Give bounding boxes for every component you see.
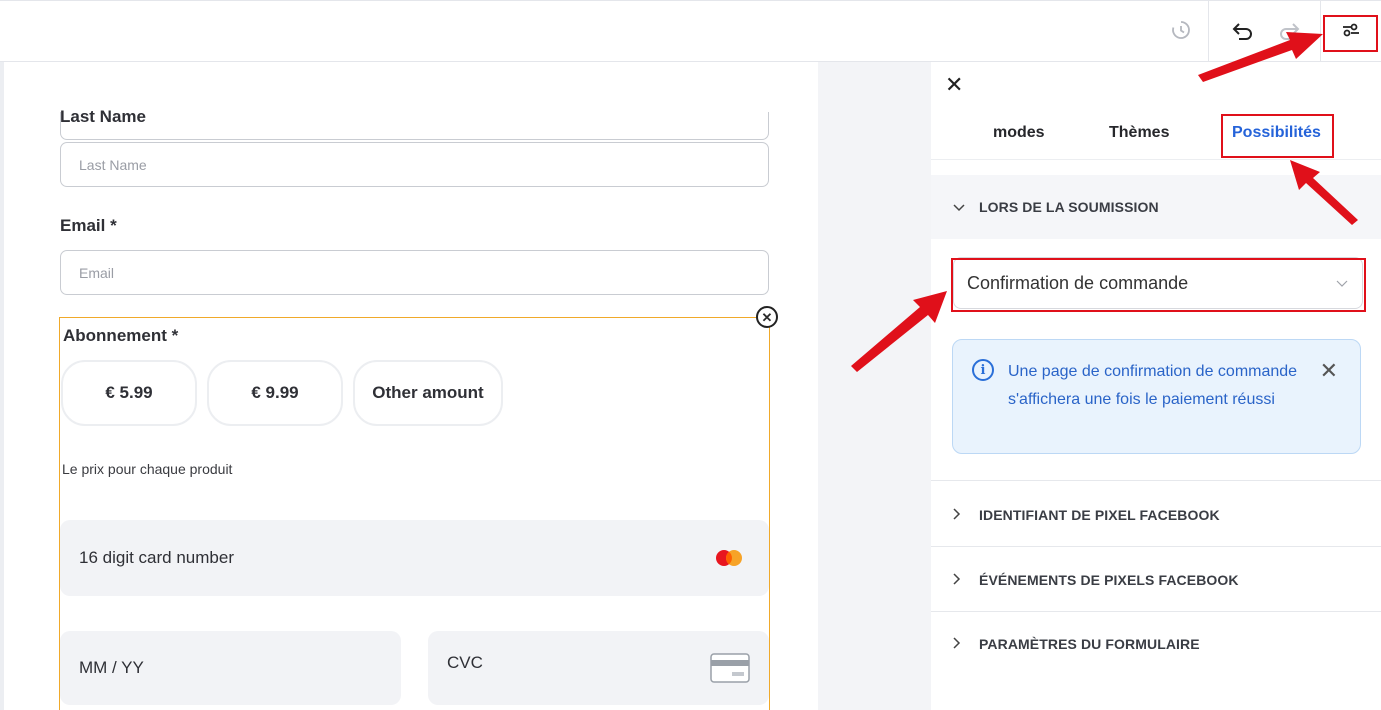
chevron-down-icon xyxy=(953,200,971,215)
last-name-input[interactable] xyxy=(60,142,769,187)
toolbar-divider xyxy=(1208,1,1209,63)
section-facebook-pixel-events[interactable]: ÉVÉNEMENTS DE PIXELS FACEBOOK xyxy=(931,548,1381,612)
section-facebook-pixel-id-title: IDENTIFIANT DE PIXEL FACEBOOK xyxy=(979,507,1220,523)
info-alert-text: Une page de confirmation de commande s'a… xyxy=(1008,363,1298,408)
highlight-box-tab xyxy=(1221,114,1334,158)
section-form-settings-title: PARAMÈTRES DU FORMULAIRE xyxy=(979,636,1200,652)
section-divider xyxy=(931,480,1381,481)
undo-icon[interactable] xyxy=(1228,15,1258,45)
settings-panel: ✕ modes Thèmes Possibilités LORS DE LA S… xyxy=(931,62,1381,710)
amount-option-9-99[interactable]: € 9.99 xyxy=(207,360,343,426)
highlight-box-settings xyxy=(1323,15,1378,52)
expiry-field[interactable]: MM / YY xyxy=(60,631,401,705)
section-facebook-pixel-id[interactable]: IDENTIFIANT DE PIXEL FACEBOOK xyxy=(931,483,1381,547)
tab-themes[interactable]: Thèmes xyxy=(1109,124,1169,142)
section-on-submit[interactable]: LORS DE LA SOUMISSION xyxy=(931,175,1381,239)
canvas-gutter xyxy=(818,62,931,710)
email-label: Email * xyxy=(60,216,117,235)
close-icon[interactable]: ✕ xyxy=(945,74,963,96)
previous-input-field[interactable] xyxy=(60,112,769,140)
section-on-submit-title: LORS DE LA SOUMISSION xyxy=(979,199,1159,215)
section-divider xyxy=(931,546,1381,547)
form-canvas: Last Name Email * ✕ Abonnement * € 5.99 … xyxy=(0,62,818,710)
info-icon: i xyxy=(972,359,994,381)
close-icon[interactable]: ✕ xyxy=(1320,358,1338,384)
mastercard-icon xyxy=(714,549,744,567)
info-alert: i Une page de confirmation de commande s… xyxy=(952,339,1361,454)
cvc-placeholder: CVC xyxy=(447,653,483,672)
amount-option-other[interactable]: Other amount xyxy=(353,360,503,426)
last-name-label: Last Name xyxy=(60,107,146,126)
top-toolbar xyxy=(0,0,1381,63)
tabs-divider xyxy=(931,159,1381,160)
cvc-field[interactable]: CVC xyxy=(428,631,769,705)
subscription-label: Abonnement * xyxy=(63,326,179,345)
chevron-right-icon xyxy=(953,572,971,588)
expiry-placeholder: MM / YY xyxy=(79,658,144,677)
history-clock-icon[interactable] xyxy=(1166,15,1196,45)
chevron-right-icon xyxy=(953,507,971,523)
section-facebook-pixel-events-title: ÉVÉNEMENTS DE PIXELS FACEBOOK xyxy=(979,572,1239,588)
toolbar-divider xyxy=(1320,1,1321,63)
card-back-icon xyxy=(710,653,750,688)
card-number-placeholder: 16 digit card number xyxy=(79,548,234,567)
redo-icon[interactable] xyxy=(1274,15,1304,45)
price-help-text: Le prix pour chaque produit xyxy=(62,461,233,477)
section-form-settings[interactable]: PARAMÈTRES DU FORMULAIRE xyxy=(931,612,1381,676)
amount-option-5-99[interactable]: € 5.99 xyxy=(61,360,197,426)
chevron-right-icon xyxy=(953,636,971,652)
email-input[interactable] xyxy=(60,250,769,295)
highlight-box-select xyxy=(951,258,1366,312)
tab-modes[interactable]: modes xyxy=(993,124,1045,142)
card-number-field[interactable]: 16 digit card number xyxy=(60,520,769,596)
remove-block-icon[interactable]: ✕ xyxy=(756,306,778,328)
